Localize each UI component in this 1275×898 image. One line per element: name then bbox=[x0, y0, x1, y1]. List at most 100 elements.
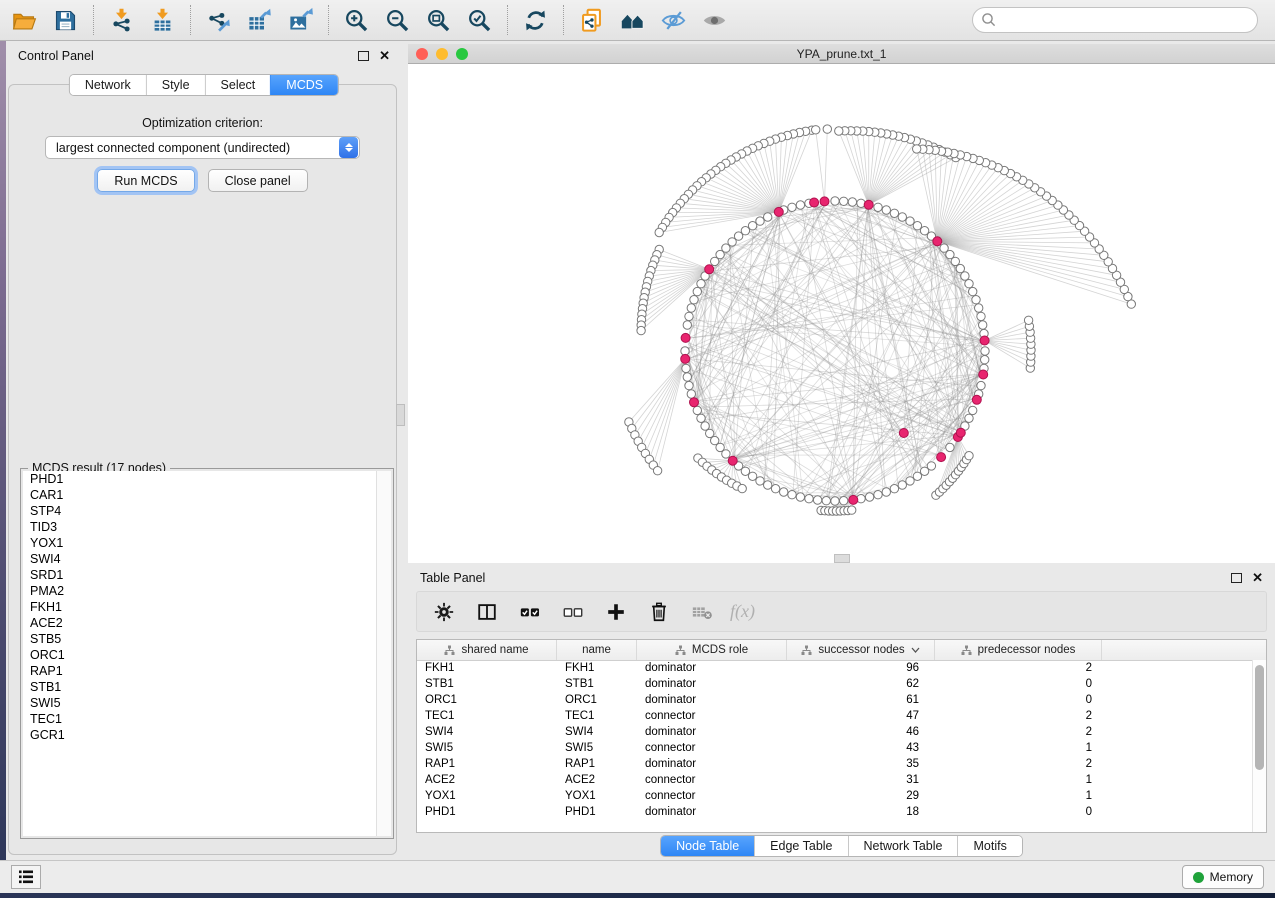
list-item[interactable]: STP4 bbox=[23, 503, 391, 519]
result-scrollbar[interactable] bbox=[376, 471, 391, 836]
optimization-criterion-value: largest connected component (undirected) bbox=[46, 141, 339, 155]
delete-button[interactable] bbox=[642, 596, 676, 628]
mcds-result-list[interactable]: PHD1CAR1STP4TID3YOX1SWI4SRD1PMA2FKH1ACE2… bbox=[23, 471, 391, 836]
vertical-splitter-handle[interactable] bbox=[396, 404, 405, 426]
close-panel-button[interactable]: Close panel bbox=[208, 169, 308, 192]
float-table-panel-icon[interactable] bbox=[1231, 573, 1242, 583]
zoom-out-icon bbox=[384, 7, 411, 34]
task-history-button[interactable] bbox=[11, 865, 41, 889]
list-item[interactable]: GCR1 bbox=[23, 727, 391, 743]
zoom-selected-button[interactable] bbox=[459, 3, 500, 37]
refresh-button[interactable] bbox=[515, 3, 556, 37]
zoom-fit-button[interactable] bbox=[418, 3, 459, 37]
column-header-shared-name[interactable]: shared name bbox=[417, 640, 557, 660]
list-item[interactable]: YOX1 bbox=[23, 535, 391, 551]
tab-motifs[interactable]: Motifs bbox=[957, 836, 1021, 856]
tab-select[interactable]: Select bbox=[205, 75, 271, 95]
list-item[interactable]: TEC1 bbox=[23, 711, 391, 727]
list-item[interactable]: CAR1 bbox=[23, 487, 391, 503]
attribute-icon bbox=[961, 645, 972, 656]
network-graph[interactable] bbox=[408, 64, 1275, 563]
tab-style[interactable]: Style bbox=[146, 75, 205, 95]
network-canvas[interactable] bbox=[408, 64, 1275, 563]
table-row[interactable]: SWI4SWI4dominator462 bbox=[417, 724, 1253, 740]
table-row[interactable]: FKH1FKH1dominator962 bbox=[417, 660, 1253, 676]
table-scrollbar-thumb[interactable] bbox=[1255, 665, 1264, 770]
columns-button[interactable] bbox=[470, 596, 504, 628]
tab-network-table[interactable]: Network Table bbox=[848, 836, 958, 856]
tab-network[interactable]: Network bbox=[70, 75, 146, 95]
table-body[interactable]: FKH1FKH1dominator962STB1STB1dominator620… bbox=[417, 660, 1253, 832]
export-table-button[interactable] bbox=[239, 3, 280, 37]
table-scrollbar[interactable] bbox=[1252, 660, 1266, 832]
column-header-mcds-role[interactable]: MCDS role bbox=[637, 640, 787, 660]
table-cell: dominator bbox=[637, 692, 787, 708]
close-panel-icon[interactable]: ✕ bbox=[379, 51, 390, 61]
table-row[interactable]: TEC1TEC1connector472 bbox=[417, 708, 1253, 724]
show-button[interactable] bbox=[694, 3, 735, 37]
table-cell-filler bbox=[1102, 676, 1253, 692]
table-row[interactable]: YOX1YOX1connector291 bbox=[417, 788, 1253, 804]
list-item[interactable]: PHD1 bbox=[23, 471, 391, 487]
table-cell: ACE2 bbox=[417, 772, 557, 788]
table-row[interactable]: RAP1RAP1dominator352 bbox=[417, 756, 1253, 772]
list-item[interactable]: SWI5 bbox=[23, 695, 391, 711]
table-row[interactable]: STB1STB1dominator620 bbox=[417, 676, 1253, 692]
table-row[interactable]: SWI5SWI5connector431 bbox=[417, 740, 1253, 756]
import-network-button[interactable] bbox=[101, 3, 142, 37]
duplicate-network-button[interactable] bbox=[571, 3, 612, 37]
list-item[interactable]: SWI4 bbox=[23, 551, 391, 567]
import-table-button[interactable] bbox=[142, 3, 183, 37]
table-cell: TEC1 bbox=[417, 708, 557, 724]
zoom-out-button[interactable] bbox=[377, 3, 418, 37]
hide-icon bbox=[660, 7, 687, 34]
table-cell: TEC1 bbox=[557, 708, 637, 724]
list-item[interactable]: TID3 bbox=[23, 519, 391, 535]
list-item[interactable]: STB5 bbox=[23, 631, 391, 647]
show-icon bbox=[701, 7, 728, 34]
control-panel-title: Control Panel bbox=[18, 49, 94, 63]
network-window-titlebar[interactable]: YPA_prune.txt_1 bbox=[408, 44, 1275, 64]
tab-mcds[interactable]: MCDS bbox=[270, 75, 338, 95]
first-neighbors-icon bbox=[619, 7, 646, 34]
memory-button[interactable]: Memory bbox=[1182, 865, 1264, 889]
column-header-name[interactable]: name bbox=[557, 640, 637, 660]
hide-button[interactable] bbox=[653, 3, 694, 37]
tab-edge-table[interactable]: Edge Table bbox=[754, 836, 847, 856]
gear-button[interactable] bbox=[427, 596, 461, 628]
list-item[interactable]: FKH1 bbox=[23, 599, 391, 615]
table-cell: 0 bbox=[935, 692, 1102, 708]
list-item[interactable]: RAP1 bbox=[23, 663, 391, 679]
zoom-in-button[interactable] bbox=[336, 3, 377, 37]
export-network-button[interactable] bbox=[198, 3, 239, 37]
save-button[interactable] bbox=[45, 3, 86, 37]
list-item[interactable]: PMA2 bbox=[23, 583, 391, 599]
table-row[interactable]: ORC1ORC1dominator610 bbox=[417, 692, 1253, 708]
table-cell-filler bbox=[1102, 772, 1253, 788]
open-button[interactable] bbox=[4, 3, 45, 37]
list-item[interactable]: STB1 bbox=[23, 679, 391, 695]
float-panel-icon[interactable] bbox=[358, 51, 369, 61]
search-input[interactable] bbox=[972, 7, 1258, 33]
table-cell: dominator bbox=[637, 660, 787, 676]
optimization-criterion-select[interactable]: largest connected component (undirected) bbox=[45, 136, 360, 159]
table-row[interactable]: PHD1PHD1dominator180 bbox=[417, 804, 1253, 820]
table-cell: connector bbox=[637, 772, 787, 788]
select-all-button[interactable] bbox=[513, 596, 547, 628]
column-header-successor-nodes[interactable]: successor nodes bbox=[787, 640, 935, 660]
list-item[interactable]: ACE2 bbox=[23, 615, 391, 631]
export-image-button[interactable] bbox=[280, 3, 321, 37]
column-header-predecessor-nodes[interactable]: predecessor nodes bbox=[935, 640, 1102, 660]
tab-node-table[interactable]: Node Table bbox=[661, 836, 754, 856]
table-row[interactable]: ACE2ACE2connector311 bbox=[417, 772, 1253, 788]
list-item[interactable]: ORC1 bbox=[23, 647, 391, 663]
first-neighbors-button[interactable] bbox=[612, 3, 653, 37]
horizontal-splitter-handle[interactable] bbox=[834, 554, 850, 563]
table-cell: RAP1 bbox=[417, 756, 557, 772]
run-mcds-button[interactable]: Run MCDS bbox=[97, 169, 194, 192]
deselect-all-button[interactable] bbox=[556, 596, 590, 628]
add-button[interactable] bbox=[599, 596, 633, 628]
list-item[interactable]: SRD1 bbox=[23, 567, 391, 583]
close-table-panel-icon[interactable]: ✕ bbox=[1252, 573, 1263, 583]
delete-icon bbox=[648, 601, 670, 623]
